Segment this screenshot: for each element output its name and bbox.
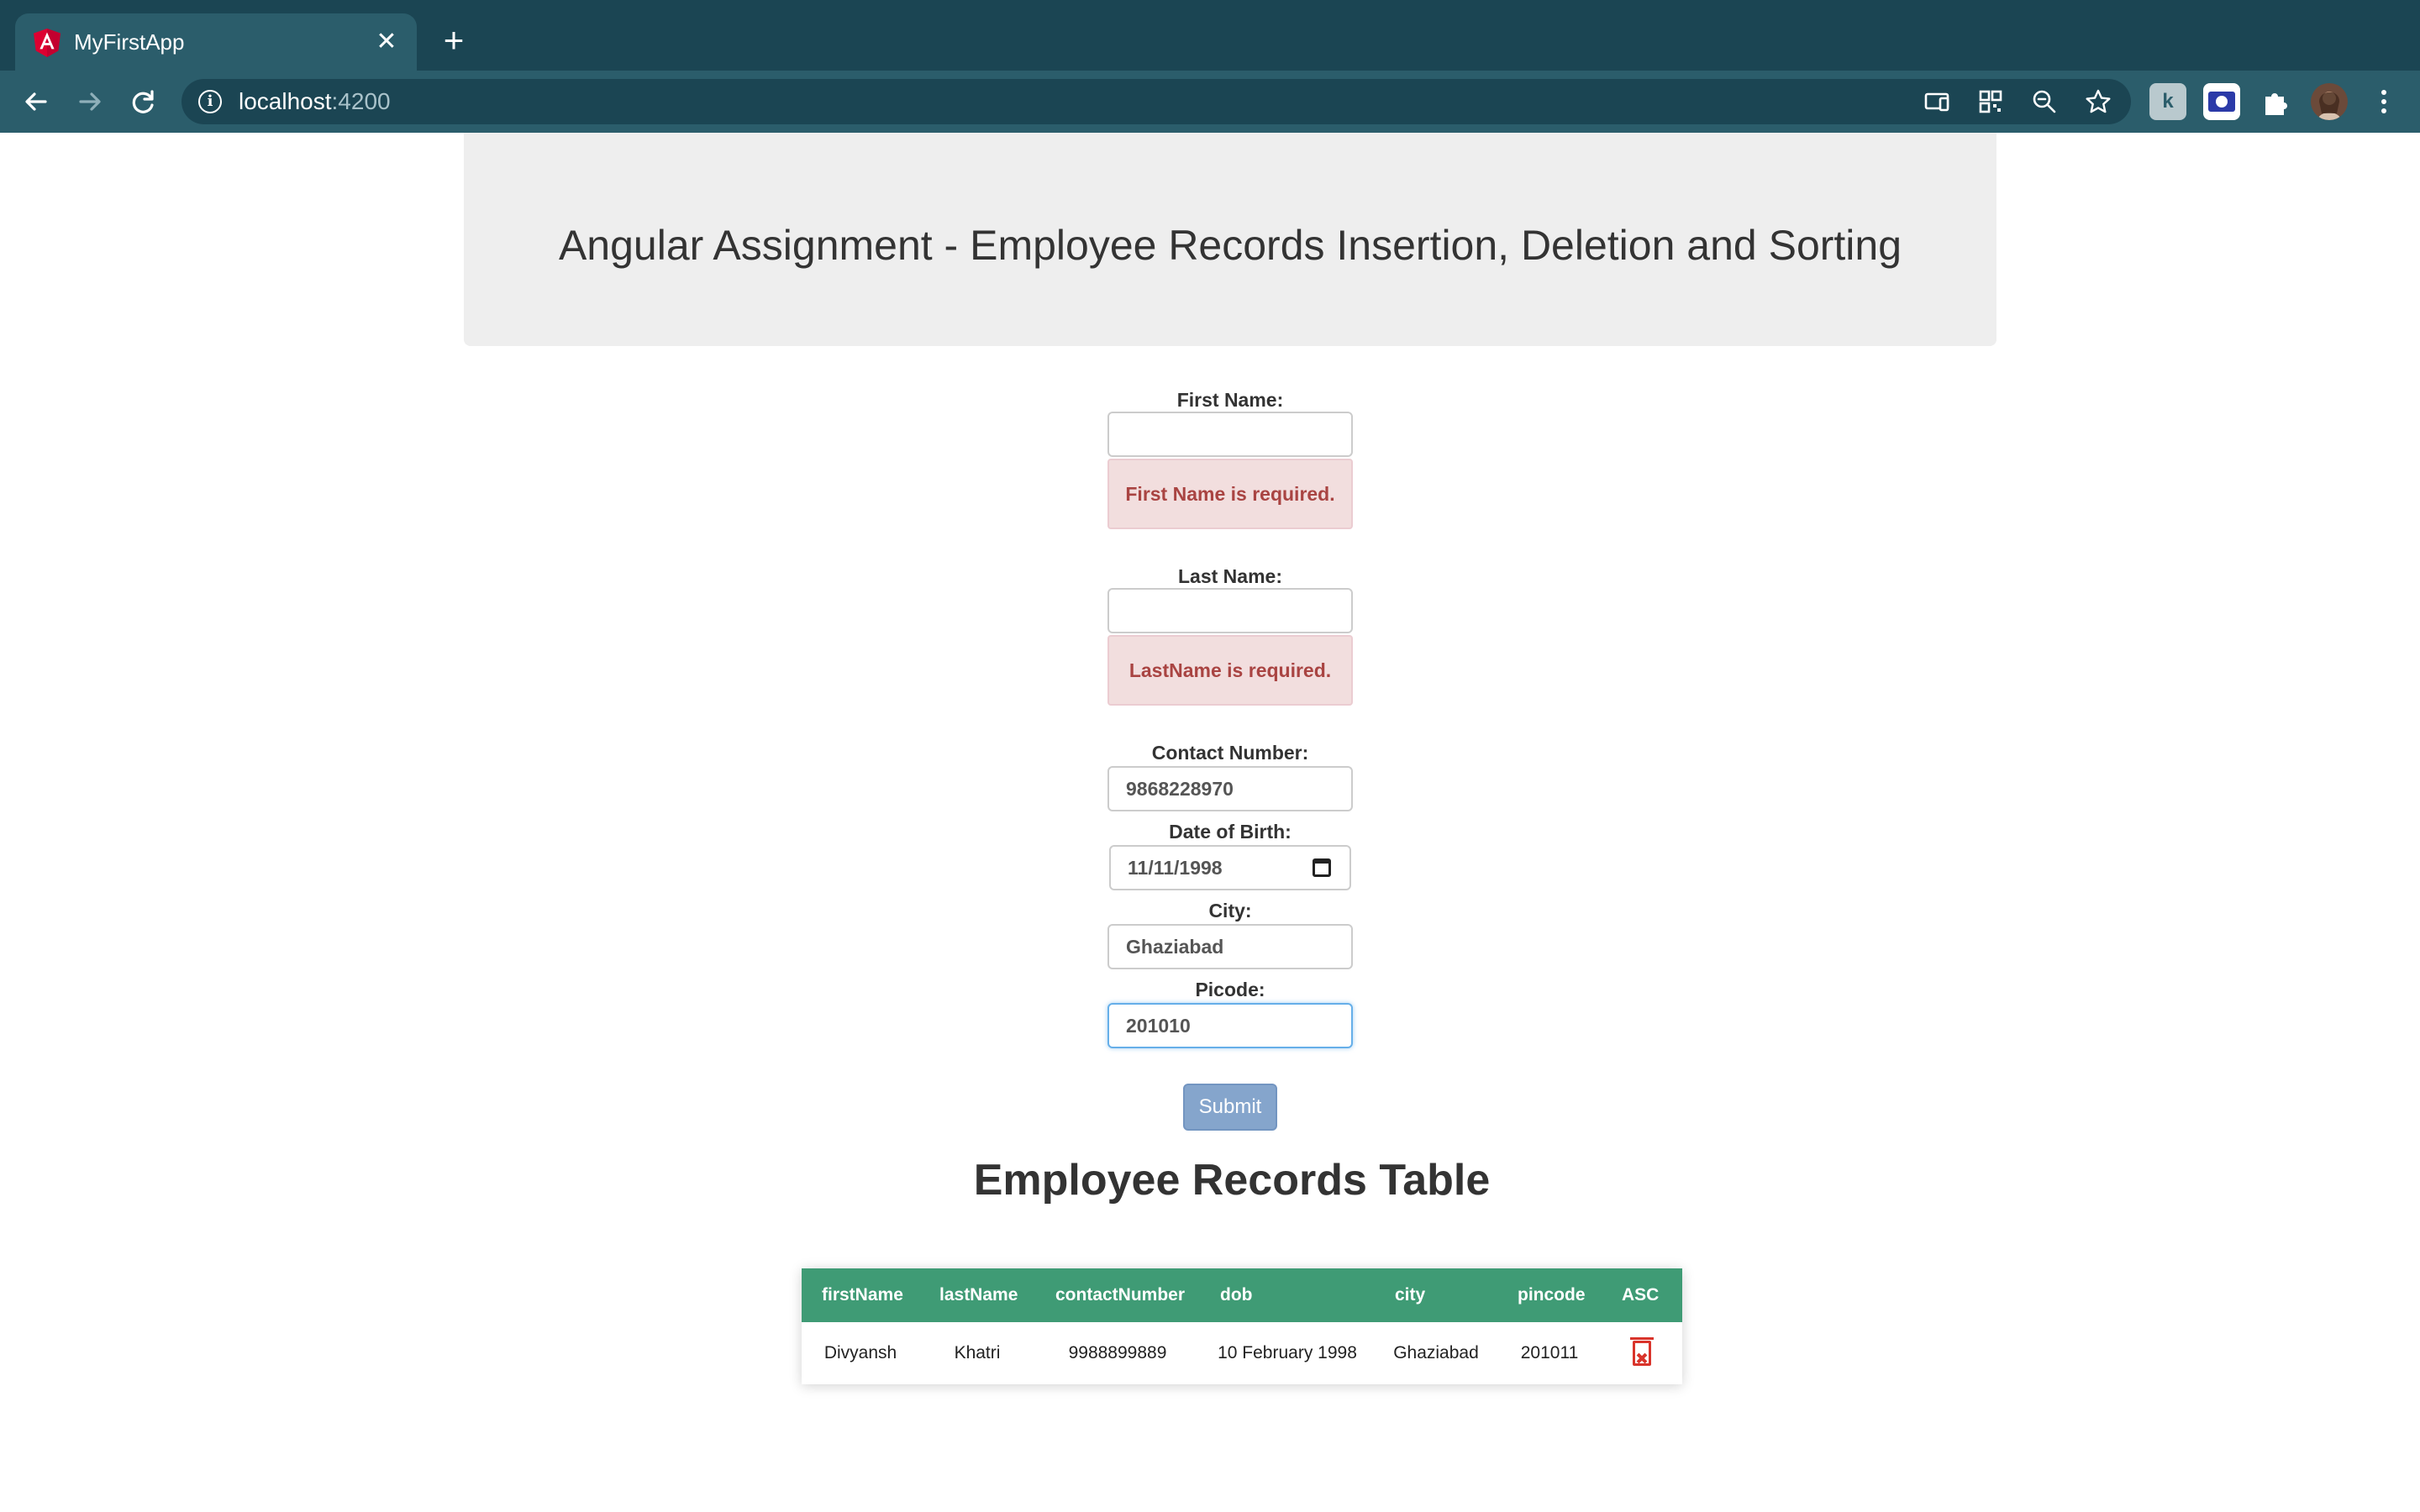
- extension-icon[interactable]: [2203, 83, 2240, 120]
- contact-number-input[interactable]: [1107, 766, 1353, 811]
- browser-tabstrip: MyFirstApp ✕ +: [0, 0, 2420, 71]
- city-label: City:: [1208, 900, 1252, 921]
- address-bar[interactable]: i localhost:4200: [182, 79, 2131, 124]
- extension-icon[interactable]: k: [2149, 83, 2186, 120]
- menu-icon[interactable]: [2365, 82, 2403, 121]
- submit-button[interactable]: Submit: [1183, 1084, 1277, 1131]
- url-port: :4200: [331, 88, 391, 114]
- cell-city: Ghaziabad: [1393, 1343, 1479, 1362]
- page-title: Angular Assignment - Employee Records In…: [558, 222, 1902, 269]
- cell-lastname: Khatri: [954, 1343, 1001, 1362]
- forward-icon[interactable]: [71, 82, 109, 121]
- close-tab-icon[interactable]: ✕: [371, 27, 402, 57]
- cast-icon[interactable]: [1923, 87, 1951, 116]
- calendar-icon[interactable]: [1313, 858, 1331, 877]
- first-name-label: First Name:: [1176, 389, 1284, 411]
- column-header-city[interactable]: city: [1375, 1268, 1497, 1322]
- zoom-icon[interactable]: [2030, 87, 2059, 116]
- column-header-dob[interactable]: dob: [1200, 1268, 1375, 1322]
- last-name-label: Last Name:: [1178, 565, 1282, 587]
- table-header-row: firstName lastName contactNumber dob cit…: [802, 1268, 1682, 1322]
- first-name-input[interactable]: [1107, 412, 1353, 457]
- cell-delete: [1602, 1322, 1682, 1384]
- last-name-input[interactable]: [1107, 588, 1353, 633]
- sort-asc-button[interactable]: ASC: [1602, 1268, 1682, 1322]
- url-text[interactable]: localhost:4200: [239, 89, 391, 114]
- star-icon[interactable]: [2084, 87, 2112, 116]
- tab-title: MyFirstApp: [74, 29, 185, 55]
- column-header-lastname[interactable]: lastName: [919, 1268, 1035, 1322]
- puzzle-icon[interactable]: [2257, 83, 2294, 120]
- avatar[interactable]: [2311, 83, 2348, 120]
- cell-firstname: Divyansh: [823, 1343, 897, 1362]
- browser-toolbar: i localhost:4200 k: [0, 71, 2420, 133]
- dob-input[interactable]: 11/11/1998: [1109, 845, 1351, 890]
- dob-label: Date of Birth:: [1169, 821, 1292, 843]
- back-icon[interactable]: [17, 82, 55, 121]
- cell-pincode: 201011: [1520, 1343, 1579, 1362]
- angular-logo-icon: [34, 29, 60, 57]
- table-row: Divyansh Khatri 9988899889 10 February 1…: [802, 1322, 1682, 1384]
- table-title: Employee Records Table: [973, 1156, 1491, 1205]
- column-header-firstname[interactable]: firstName: [802, 1268, 919, 1322]
- column-header-pincode[interactable]: pincode: [1497, 1268, 1602, 1322]
- browser-tab[interactable]: MyFirstApp ✕: [15, 13, 417, 71]
- header-jumbotron: Angular Assignment - Employee Records In…: [464, 133, 1996, 346]
- pincode-label: Picode:: [1195, 979, 1265, 1000]
- cell-contactnumber: 9988899889: [1068, 1343, 1167, 1362]
- cell-dob: 10 February 1998: [1218, 1343, 1357, 1362]
- reload-icon[interactable]: [124, 82, 163, 121]
- new-tab-button[interactable]: +: [437, 23, 471, 58]
- qr-code-icon[interactable]: [1976, 87, 2005, 116]
- last-name-error: LastName is required.: [1107, 635, 1353, 706]
- first-name-error: First Name is required.: [1107, 459, 1353, 529]
- info-icon[interactable]: i: [198, 90, 222, 113]
- dob-value: 11/11/1998: [1128, 857, 1223, 879]
- city-input[interactable]: [1107, 924, 1353, 969]
- contact-number-label: Contact Number:: [1151, 742, 1309, 764]
- employee-table: firstName lastName contactNumber dob cit…: [802, 1268, 1682, 1384]
- column-header-contactnumber[interactable]: contactNumber: [1035, 1268, 1200, 1322]
- delete-icon[interactable]: [1630, 1337, 1654, 1366]
- url-host: localhost: [239, 88, 332, 114]
- pincode-input[interactable]: [1107, 1003, 1353, 1048]
